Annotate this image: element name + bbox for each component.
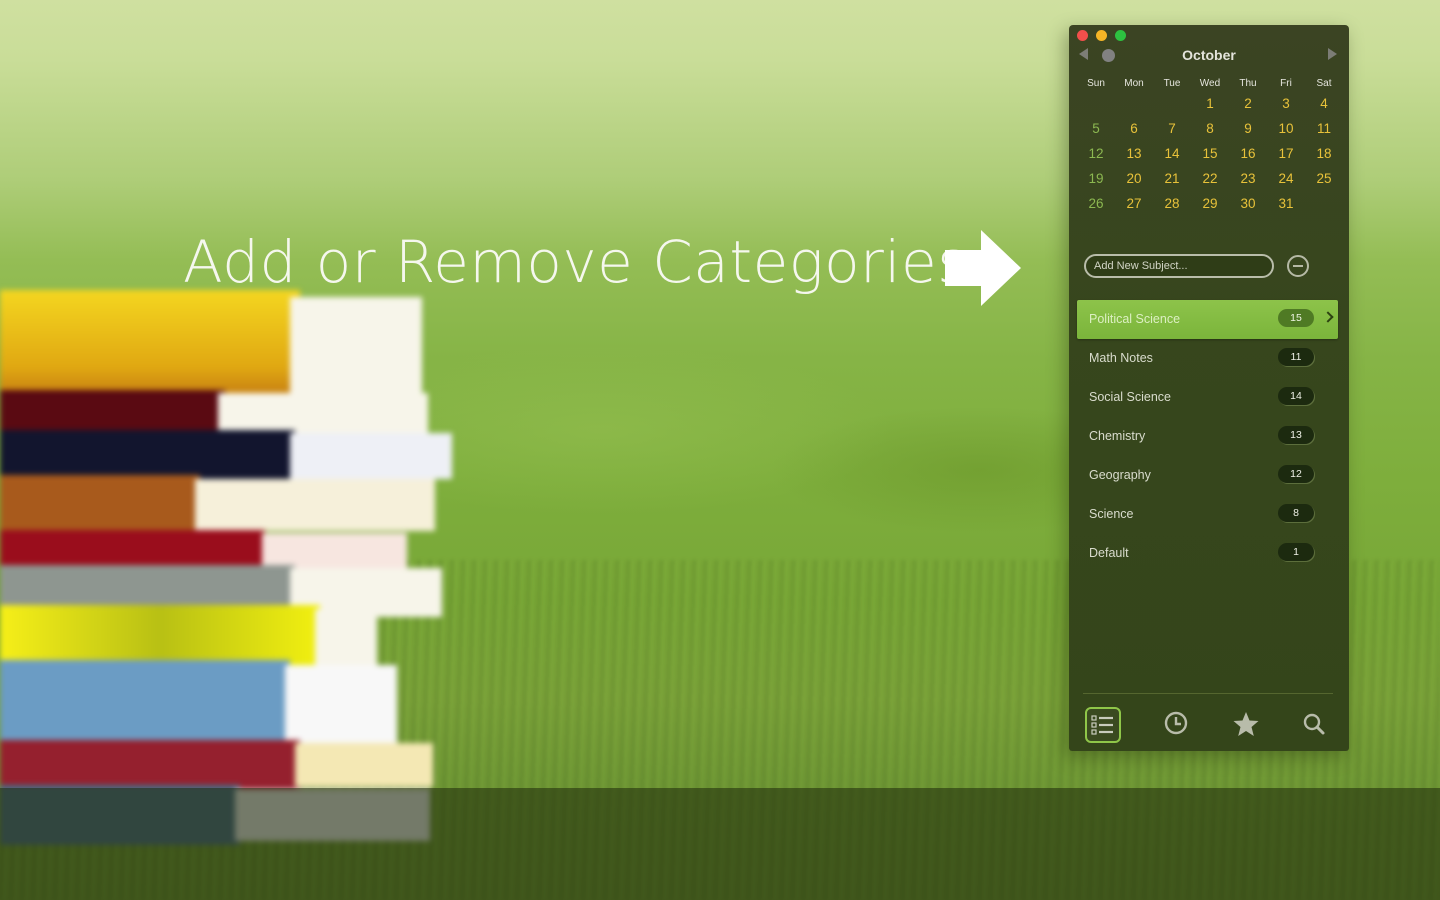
category-label: Chemistry [1089, 429, 1146, 443]
weekday-header: Thu [1239, 78, 1257, 89]
calendar-day[interactable]: 15 [1191, 146, 1229, 171]
calendar-day[interactable]: 21 [1153, 171, 1191, 196]
add-subject-row [1084, 254, 1344, 282]
category-label: Social Science [1089, 390, 1171, 404]
category-item[interactable]: Default 1 [1077, 534, 1338, 573]
calendar-empty-cell [1077, 96, 1115, 121]
weekday-header: Wed [1199, 78, 1221, 89]
category-count-badge: 13 [1278, 426, 1314, 444]
clock-icon [1164, 711, 1188, 735]
app-window: October Sun Mon Tue Wed Thu Fri Sat 1 2 3 4 5 6 7 8 9 10… [1069, 25, 1349, 751]
category-count-badge: 11 [1278, 348, 1314, 366]
calendar-day[interactable]: 6 [1115, 121, 1153, 146]
category-item[interactable]: Geography 12 [1077, 456, 1338, 495]
calendar-day[interactable]: 17 [1267, 146, 1305, 171]
category-label: Science [1089, 507, 1134, 521]
weekday-header: Sun [1087, 78, 1105, 89]
category-label: Geography [1089, 468, 1151, 482]
weekday-header: Fri [1280, 78, 1292, 89]
weekday-header: Sat [1316, 78, 1332, 89]
promo-headline: Add or Remove Categories [183, 228, 968, 296]
calendar-day[interactable]: 9 [1229, 121, 1267, 146]
category-count-badge: 14 [1278, 387, 1314, 405]
search-icon [1303, 713, 1325, 735]
history-button[interactable] [1158, 707, 1194, 743]
calendar-day[interactable]: 30 [1229, 196, 1267, 221]
calendar-day[interactable]: 23 [1229, 171, 1267, 196]
calendar-day[interactable]: 11 [1305, 121, 1343, 146]
calendar-empty-cell [1153, 96, 1191, 121]
book-stack-image [0, 290, 470, 850]
list-icon [1091, 715, 1113, 735]
category-item[interactable]: Political Science 15 [1077, 300, 1338, 339]
star-icon [1233, 712, 1259, 736]
calendar-day[interactable]: 28 [1153, 196, 1191, 221]
close-button[interactable] [1077, 30, 1088, 41]
window-controls [1077, 30, 1126, 41]
category-list: Political Science 15 Math Notes 11 Social Sc… [1077, 300, 1338, 573]
calendar-day[interactable]: 19 [1077, 171, 1115, 196]
category-item[interactable]: Social Science 14 [1077, 378, 1338, 417]
triangle-right-icon[interactable] [1328, 48, 1337, 60]
calendar-grid: Sun Mon Tue Wed Thu Fri Sat 1 2 3 4 5 6 7 8 9 10 11 12 13 14… [1077, 78, 1343, 221]
calendar-header: October [1069, 45, 1349, 65]
calendar-day[interactable]: 26 [1077, 196, 1115, 221]
dark-overlay-band [0, 788, 1440, 900]
category-label: Math Notes [1089, 351, 1153, 365]
category-count-badge: 12 [1278, 465, 1314, 483]
calendar-day[interactable]: 25 [1305, 171, 1343, 196]
calendar-day[interactable]: 4 [1305, 96, 1343, 121]
calendar-day[interactable]: 14 [1153, 146, 1191, 171]
weekday-header: Tue [1163, 78, 1181, 89]
category-count-badge: 8 [1278, 504, 1314, 522]
category-item[interactable]: Math Notes 11 [1077, 339, 1338, 378]
minimize-button[interactable] [1096, 30, 1107, 41]
add-subject-input[interactable] [1084, 254, 1274, 278]
bottom-toolbar [1069, 705, 1349, 745]
month-title: October [1182, 47, 1236, 63]
category-label: Default [1089, 546, 1129, 560]
calendar-day[interactable]: 8 [1191, 121, 1229, 146]
calendar-day[interactable]: 18 [1305, 146, 1343, 171]
right-arrow-icon [945, 230, 1021, 306]
category-item[interactable]: Chemistry 13 [1077, 417, 1338, 456]
toolbar-divider [1083, 693, 1333, 694]
calendar-day[interactable]: 20 [1115, 171, 1153, 196]
search-button[interactable] [1296, 707, 1332, 743]
favorites-button[interactable] [1228, 707, 1264, 743]
calendar-day[interactable]: 31 [1267, 196, 1305, 221]
calendar-day[interactable]: 1 [1191, 96, 1229, 121]
minus-circle-icon[interactable] [1287, 255, 1309, 277]
calendar-day[interactable]: 3 [1267, 96, 1305, 121]
calendar-day[interactable]: 16 [1229, 146, 1267, 171]
category-label: Political Science [1089, 312, 1181, 326]
weekday-header: Mon [1124, 78, 1144, 89]
calendar-day[interactable]: 22 [1191, 171, 1229, 196]
calendar-day[interactable]: 10 [1267, 121, 1305, 146]
maximize-button[interactable] [1115, 30, 1126, 41]
category-count-badge: 1 [1278, 543, 1314, 561]
calendar-day[interactable]: 29 [1191, 196, 1229, 221]
calendar-empty-cell [1115, 96, 1153, 121]
category-count-badge: 15 [1278, 309, 1314, 327]
calendar-day[interactable]: 13 [1115, 146, 1153, 171]
calendar-day[interactable]: 24 [1267, 171, 1305, 196]
category-item[interactable]: Science 8 [1077, 495, 1338, 534]
chevron-right-icon[interactable] [1322, 311, 1334, 323]
list-view-button[interactable] [1085, 707, 1121, 743]
calendar-day[interactable]: 12 [1077, 146, 1115, 171]
calendar-day[interactable]: 7 [1153, 121, 1191, 146]
calendar-empty-cell [1305, 196, 1343, 221]
calendar-day[interactable]: 2 [1229, 96, 1267, 121]
calendar-day[interactable]: 27 [1115, 196, 1153, 221]
calendar-day[interactable]: 5 [1077, 121, 1115, 146]
